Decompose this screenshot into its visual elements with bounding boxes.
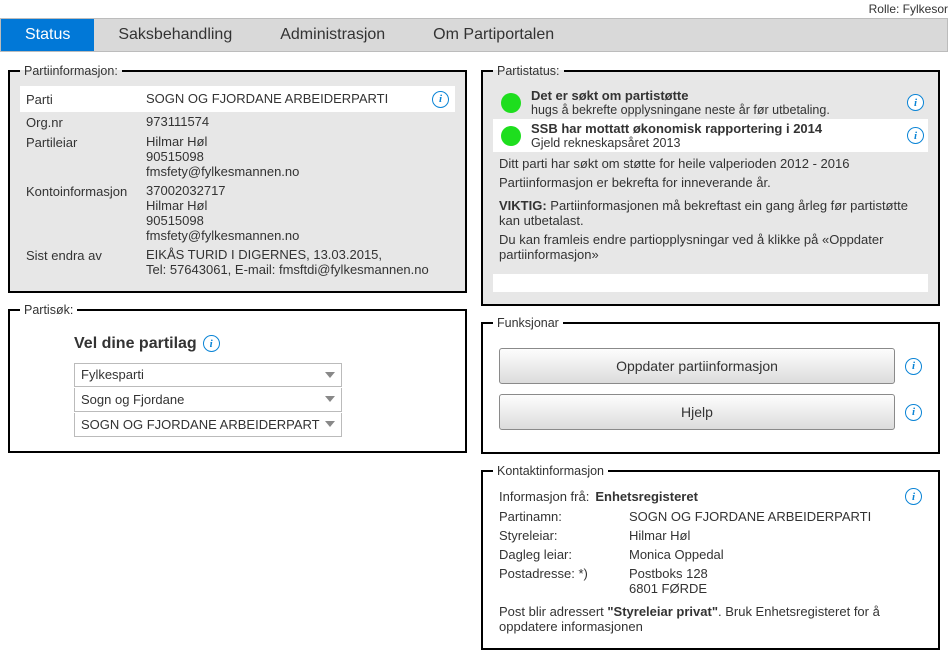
info-icon[interactable]: i [905, 488, 922, 505]
status-note-2: Partiinformasjon er bekrefta for innever… [499, 175, 922, 190]
tab-om-partiportalen[interactable]: Om Partiportalen [409, 19, 578, 51]
chevron-down-icon [325, 421, 335, 427]
funksjonar-legend: Funksjonar [493, 316, 563, 330]
info-icon[interactable]: i [907, 127, 924, 144]
tab-saksbehandling[interactable]: Saksbehandling [94, 19, 256, 51]
partisok-heading: Vel dine partilag [74, 335, 197, 353]
partinamn-label: Partinamn: [499, 509, 629, 524]
select-region[interactable]: Sogn og Fjordane [74, 388, 342, 412]
role-label: Rolle: Fylkesor [0, 0, 948, 18]
kontaktinformasjon-legend: Kontaktinformasjon [493, 464, 608, 478]
partiinformasjon-panel: Partiinformasjon: Parti SOGN OG FJORDANE… [8, 64, 467, 293]
styreleiar-label: Styreleiar: [499, 528, 629, 543]
info-icon[interactable]: i [905, 404, 922, 421]
dagleg-leiar-value: Monica Oppedal [629, 547, 922, 562]
parti-label: Parti [26, 91, 146, 107]
funksjonar-panel: Funksjonar Oppdater partiinformasjon i H… [481, 316, 940, 454]
chevron-down-icon [325, 396, 335, 402]
select-region-value: Sogn og Fjordane [81, 392, 184, 407]
select-parti-value: SOGN OG FJORDANE ARBEIDERPART [81, 417, 320, 432]
partileiar-label: Partileiar [26, 134, 146, 179]
partisok-panel: Partisøk: Vel dine partilag i Fylkespart… [8, 303, 467, 453]
styreleiar-value: Hilmar Høl [629, 528, 922, 543]
partileiar-name: Hilmar Høl [146, 134, 449, 149]
status-note-3: VIKTIG: Partiinformasjonen må bekreftast… [499, 198, 922, 228]
info-source: Enhetsregisteret [595, 489, 698, 504]
parti-value: SOGN OG FJORDANE ARBEIDERPARTI [146, 91, 432, 106]
sist-endra-value-2: Tel: 57643061, E-mail: fmsftdi@fylkesman… [146, 262, 449, 277]
sist-endra-label: Sist endra av [26, 247, 146, 277]
sist-endra-value-1: EIKÅS TURID I DIGERNES, 13.03.2015, [146, 247, 449, 262]
dagleg-leiar-label: Dagleg leiar: [499, 547, 629, 562]
partistatus-panel: Partistatus: Det er søkt om partistøtte … [481, 64, 940, 306]
chevron-down-icon [325, 372, 335, 378]
orgnr-label: Org.nr [26, 114, 146, 130]
oppdater-partiinformasjon-button[interactable]: Oppdater partiinformasjon [499, 348, 895, 384]
status-1-sub: hugs å bekrefte opplysningane neste år f… [531, 103, 897, 117]
select-parti[interactable]: SOGN OG FJORDANE ARBEIDERPART [74, 413, 342, 437]
konto-nr: 37002032717 [146, 183, 449, 198]
konto-phone: 90515098 [146, 213, 449, 228]
status-note-4: Du kan framleis endre partiopplysningar … [499, 232, 922, 262]
info-icon[interactable]: i [203, 335, 220, 352]
orgnr-value: 973111574 [146, 114, 449, 130]
select-partitype-value: Fylkesparti [81, 367, 144, 382]
kontakt-note: Post blir adressert "Styreleiar privat".… [493, 598, 928, 636]
konto-email: fmsfety@fylkesmannen.no [146, 228, 449, 243]
partileiar-phone: 90515098 [146, 149, 449, 164]
info-icon[interactable]: i [905, 358, 922, 375]
info-icon[interactable]: i [907, 94, 924, 111]
partisok-legend: Partisøk: [20, 303, 77, 317]
info-from-label: Informasjon frå: [499, 489, 589, 504]
partileiar-email: fmsfety@fylkesmannen.no [146, 164, 449, 179]
select-partitype[interactable]: Fylkesparti [74, 363, 342, 387]
status-note-1: Ditt parti har søkt om støtte for heile … [499, 156, 922, 171]
info-icon[interactable]: i [432, 91, 449, 108]
postadresse-line2: 6801 FØRDE [629, 581, 922, 596]
status-2-title: SSB har mottatt økonomisk rapportering i… [531, 121, 897, 136]
tab-status[interactable]: Status [1, 19, 94, 51]
kontaktinformasjon-panel: Kontaktinformasjon Informasjon frå: Enhe… [481, 464, 940, 650]
status-dot-icon [501, 126, 521, 146]
partistatus-legend: Partistatus: [493, 64, 564, 78]
tab-administrasjon[interactable]: Administrasjon [256, 19, 409, 51]
hjelp-button[interactable]: Hjelp [499, 394, 895, 430]
postadresse-line1: Postboks 128 [629, 566, 922, 581]
konto-name: Hilmar Høl [146, 198, 449, 213]
status-dot-icon [501, 93, 521, 113]
status-1-title: Det er søkt om partistøtte [531, 88, 897, 103]
status-2-sub: Gjeld rekneskapsåret 2013 [531, 136, 897, 150]
partiinformasjon-legend: Partiinformasjon: [20, 64, 122, 78]
postadresse-label: Postadresse: *) [499, 566, 629, 596]
partinamn-value: SOGN OG FJORDANE ARBEIDERPARTI [629, 509, 922, 524]
main-tabs: Status Saksbehandling Administrasjon Om … [0, 18, 948, 52]
blank-line [493, 274, 928, 292]
konto-label: Kontoinformasjon [26, 183, 146, 243]
